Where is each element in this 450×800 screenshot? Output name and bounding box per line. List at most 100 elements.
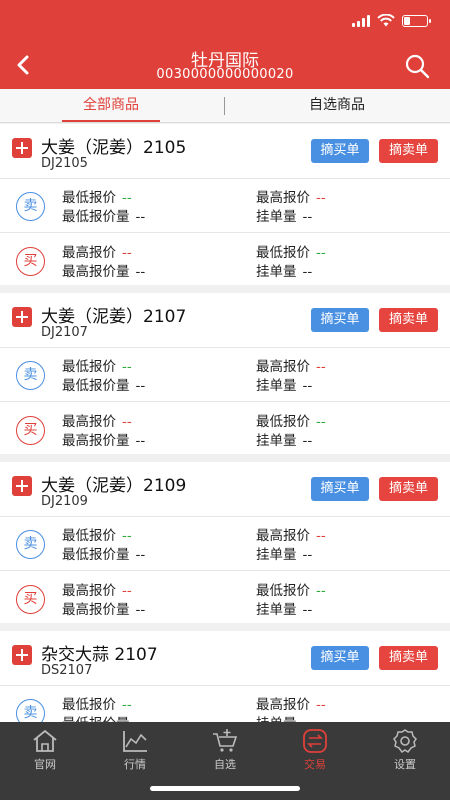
quote-value: -- bbox=[316, 359, 326, 375]
product-card: 大姜（泥姜）2105 DJ2105 摘买单 摘卖单 卖 最低报价 -- 最高报价 -… bbox=[0, 124, 450, 285]
quote-label: 最低报价 bbox=[62, 697, 116, 713]
quote-label: 最高报价 bbox=[256, 359, 310, 375]
buy-quote-row: 买 最高报价 -- 最低报价 -- 最高报价量 -- 挂单量 -- bbox=[0, 572, 450, 626]
quote-label: 最低报价 bbox=[62, 190, 116, 206]
quote-label: 最低报价量 bbox=[62, 547, 130, 563]
quote-value: -- bbox=[316, 528, 326, 544]
add-watchlist-icon[interactable] bbox=[12, 645, 32, 665]
quote-value: -- bbox=[316, 190, 326, 206]
quote-cell: 最高报价 -- bbox=[62, 410, 132, 430]
quote-cell: 最高报价 -- bbox=[256, 355, 326, 375]
quote-label: 最高报价 bbox=[256, 528, 310, 544]
product-name[interactable]: 大姜（泥姜）2105 bbox=[41, 133, 186, 158]
quote-label: 最高报价 bbox=[256, 190, 310, 206]
buy-badge: 买 bbox=[16, 416, 45, 445]
nav-item-settings[interactable]: 设置 bbox=[375, 728, 435, 772]
product-name[interactable]: 大姜（泥姜）2107 bbox=[41, 302, 186, 327]
nav-label: 行情 bbox=[124, 758, 146, 771]
home-icon bbox=[33, 729, 57, 752]
quote-cell: 最高报价 -- bbox=[256, 693, 326, 713]
product-code: DJ2107 bbox=[41, 325, 88, 340]
quote-cell: 最低报价量-- bbox=[62, 543, 145, 563]
take-sell-order-button[interactable]: 摘卖单 bbox=[379, 477, 438, 501]
nav-item-market[interactable]: 行情 bbox=[105, 728, 165, 772]
quote-cell: 最低报价 -- bbox=[256, 241, 326, 261]
tab-watchlist[interactable]: 自选商品 bbox=[294, 89, 380, 122]
quote-value: -- bbox=[302, 602, 313, 618]
quote-value: -- bbox=[135, 264, 146, 280]
quote-cell: 最低报价 -- bbox=[256, 410, 326, 430]
status-bar bbox=[0, 0, 450, 40]
account-number: 0030000000000020 bbox=[156, 67, 294, 82]
product-card: 大姜（泥姜）2107 DJ2107 摘买单 摘卖单 卖 最低报价 -- 最高报价 -… bbox=[0, 293, 450, 454]
take-buy-order-button[interactable]: 摘买单 bbox=[311, 646, 369, 670]
quote-value: -- bbox=[122, 245, 132, 261]
nav-item-trade[interactable]: 交易 bbox=[285, 728, 345, 772]
quote-cell: 最高报价量 -- bbox=[62, 598, 145, 618]
take-buy-order-button[interactable]: 摘买单 bbox=[311, 308, 369, 332]
quote-cell: 最低报价 -- bbox=[256, 579, 326, 599]
quote-label: 最高报价量 bbox=[62, 602, 130, 618]
nav-item-official-site[interactable]: 官网 bbox=[15, 728, 75, 772]
quote-value: -- bbox=[135, 602, 146, 618]
quote-cell: 最低报价量-- bbox=[62, 712, 145, 722]
gear-icon bbox=[393, 729, 417, 754]
quote-value: -- bbox=[302, 433, 313, 449]
quote-value: -- bbox=[135, 378, 146, 394]
take-sell-order-button[interactable]: 摘卖单 bbox=[379, 139, 438, 163]
product-card: 杂交大蒜 2107 DS2107 摘买单 摘卖单 卖 最低报价 -- 最高报价 --… bbox=[0, 631, 450, 722]
nav-label: 设置 bbox=[394, 758, 416, 771]
quote-cell: 最低报价 -- bbox=[62, 186, 132, 206]
quote-cell: 挂单量-- bbox=[256, 205, 312, 225]
quote-label: 最高报价 bbox=[62, 583, 116, 599]
quote-value: -- bbox=[302, 209, 313, 225]
quote-cell: 最低报价 -- bbox=[62, 693, 132, 713]
sell-badge: 卖 bbox=[16, 530, 45, 559]
quote-value: -- bbox=[302, 547, 313, 563]
quote-label: 最高报价 bbox=[256, 697, 310, 713]
quote-cell: 最低报价量-- bbox=[62, 205, 145, 225]
take-buy-order-button[interactable]: 摘买单 bbox=[311, 139, 369, 163]
quote-label: 最低报价 bbox=[256, 583, 310, 599]
product-card: 大姜（泥姜）2109 DJ2109 摘买单 摘卖单 卖 最低报价 -- 最高报价 -… bbox=[0, 462, 450, 623]
home-indicator bbox=[150, 786, 300, 791]
take-sell-order-button[interactable]: 摘卖单 bbox=[379, 308, 438, 332]
nav-label: 自选 bbox=[214, 758, 236, 771]
quote-label: 挂单量 bbox=[256, 602, 297, 618]
product-name[interactable]: 大姜（泥姜）2109 bbox=[41, 471, 186, 496]
quote-cell: 最低报价 -- bbox=[62, 355, 132, 375]
nav-label: 交易 bbox=[304, 758, 326, 771]
product-code: DS2107 bbox=[41, 663, 93, 678]
product-header: 大姜（泥姜）2105 DJ2105 摘买单 摘卖单 bbox=[0, 124, 450, 179]
chart-icon bbox=[123, 731, 147, 752]
sell-quote-row: 卖 最低报价 -- 最高报价 -- 最低报价量 -- 挂单量 -- bbox=[0, 517, 450, 571]
quote-cell: 最高报价 -- bbox=[256, 524, 326, 544]
take-buy-order-button[interactable]: 摘买单 bbox=[311, 477, 369, 501]
quote-cell: 最低报价量-- bbox=[62, 374, 145, 394]
nav-item-watchlist[interactable]: 自选 bbox=[195, 728, 255, 772]
add-watchlist-icon[interactable] bbox=[12, 138, 32, 158]
tab-all-products[interactable]: 全部商品 bbox=[62, 89, 160, 122]
sell-badge: 卖 bbox=[16, 192, 45, 221]
quote-cell: 挂单量-- bbox=[256, 712, 312, 722]
nav-label: 官网 bbox=[34, 758, 56, 771]
wifi-icon bbox=[377, 14, 395, 27]
quote-cell: 挂单量-- bbox=[256, 543, 312, 563]
quote-label: 挂单量 bbox=[256, 264, 297, 280]
quote-value: -- bbox=[122, 697, 132, 713]
product-code: DJ2105 bbox=[41, 156, 88, 171]
quote-value: -- bbox=[122, 414, 132, 430]
signal-icon bbox=[352, 14, 370, 27]
product-name[interactable]: 杂交大蒜 2107 bbox=[41, 640, 158, 665]
add-watchlist-icon[interactable] bbox=[12, 476, 32, 496]
take-sell-order-button[interactable]: 摘卖单 bbox=[379, 646, 438, 670]
add-watchlist-icon[interactable] bbox=[12, 307, 32, 327]
product-header: 大姜（泥姜）2107 DJ2107 摘买单 摘卖单 bbox=[0, 293, 450, 348]
quote-label: 最高报价 bbox=[62, 414, 116, 430]
status-icons bbox=[352, 14, 431, 27]
sell-quote-row: 卖 最低报价 -- 最高报价 -- 最低报价量 -- 挂单量 -- bbox=[0, 179, 450, 233]
sell-quote-row: 卖 最低报价 -- 最高报价 -- 最低报价量 -- 挂单量 -- bbox=[0, 348, 450, 402]
sell-badge: 卖 bbox=[16, 699, 45, 722]
search-icon[interactable] bbox=[404, 53, 430, 79]
product-header: 大姜（泥姜）2109 DJ2109 摘买单 摘卖单 bbox=[0, 462, 450, 517]
